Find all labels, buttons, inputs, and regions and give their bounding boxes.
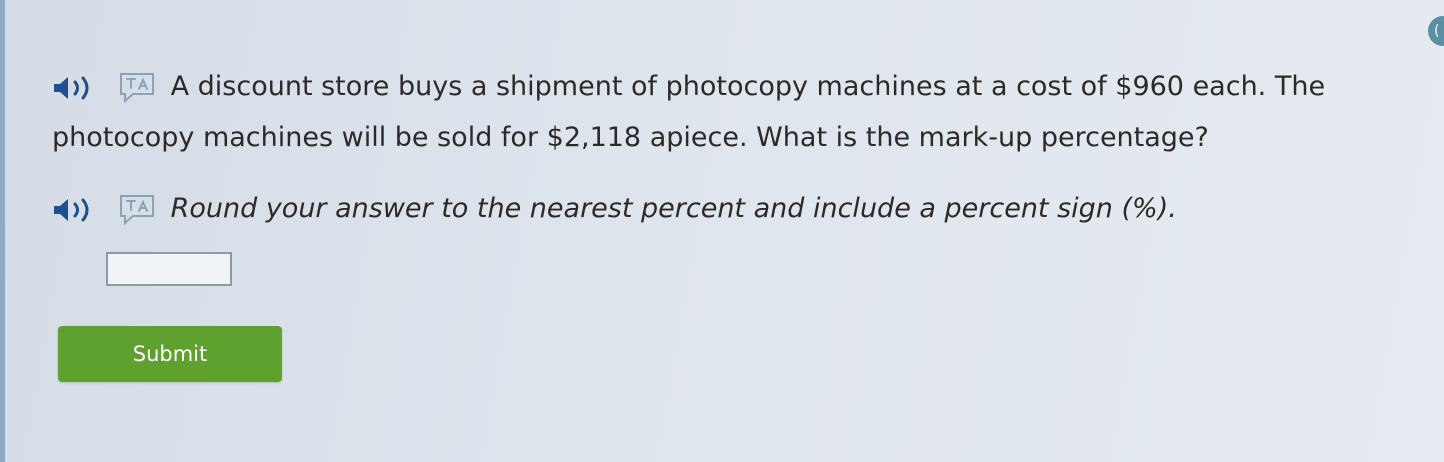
translate-icon[interactable] xyxy=(117,194,157,226)
page-left-edge xyxy=(0,0,5,462)
speaker-icon[interactable] xyxy=(52,196,100,224)
instruction-text: Round your answer to the nearest percent… xyxy=(170,193,1177,224)
question-text: A discount store buys a shipment of phot… xyxy=(52,71,1326,153)
speaker-icon[interactable] xyxy=(52,74,100,102)
question-block: A discount store buys a shipment of phot… xyxy=(52,62,1412,163)
corner-badge[interactable]: ( xyxy=(1428,16,1444,46)
submit-button[interactable]: Submit xyxy=(58,326,282,382)
question-icons xyxy=(52,63,157,113)
answer-input[interactable] xyxy=(106,252,232,286)
instruction-block: Round your answer to the nearest percent… xyxy=(52,184,1177,235)
translate-icon[interactable] xyxy=(117,72,157,104)
instruction-icons xyxy=(52,185,157,235)
